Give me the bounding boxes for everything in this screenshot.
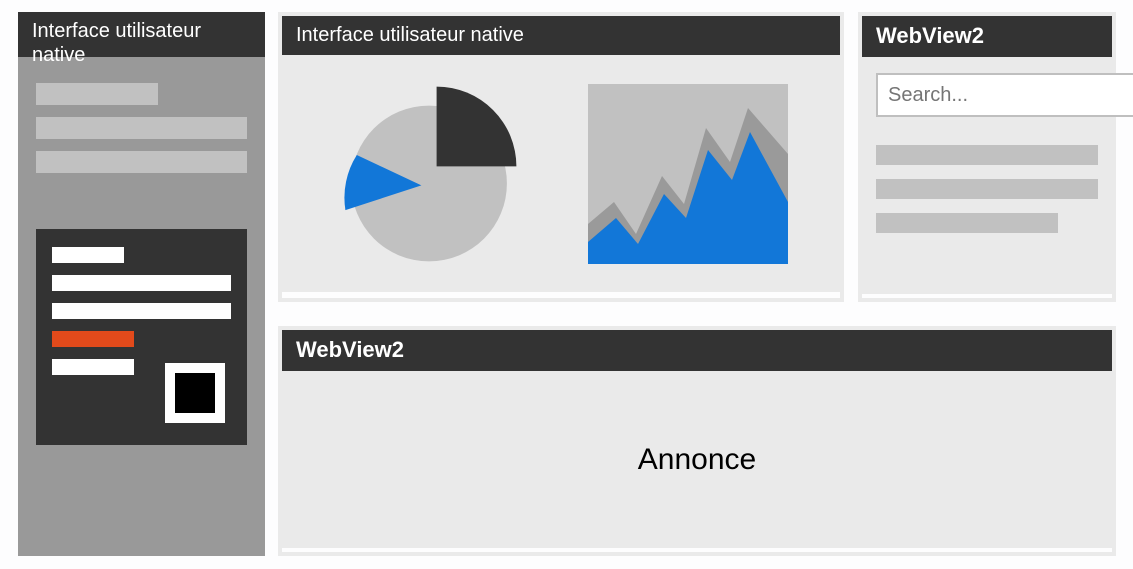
native-ui-body [18,57,265,556]
result-bar [876,179,1098,199]
placeholder-bar [36,151,247,173]
webview2-panel-search: WebView2 [858,12,1116,302]
stop-square-icon [165,363,225,423]
native-ui-panel-charts: Interface utilisateur native [278,12,844,302]
panel-title: Interface utilisateur native [282,16,840,55]
result-bar [876,213,1058,233]
placeholder-bar [36,83,158,105]
panel-title: WebView2 [282,330,1112,371]
panel-title: Interface utilisateur native [18,12,265,57]
placeholder-line [52,247,124,263]
area-chart-icon [588,84,788,264]
charts-body [282,55,840,292]
pie-chart-icon [334,79,524,269]
document-card [36,229,247,445]
accent-bar [52,331,134,347]
placeholder-line [52,303,231,319]
ad-label: Annonce [638,443,756,477]
search-body [862,57,1112,294]
webview2-panel-ad: WebView2 Annonce [278,326,1116,556]
placeholder-bar [36,117,247,139]
placeholder-line [52,275,231,291]
placeholder-line [52,359,134,375]
result-bar [876,145,1098,165]
diagram-canvas: Interface utilisateur native Interface u… [0,0,1133,569]
native-ui-panel-left: Interface utilisateur native [18,12,265,556]
search-input[interactable] [876,73,1133,117]
panel-title: WebView2 [862,16,1112,57]
ad-body: Annonce [282,371,1112,548]
search-row [876,73,1098,117]
